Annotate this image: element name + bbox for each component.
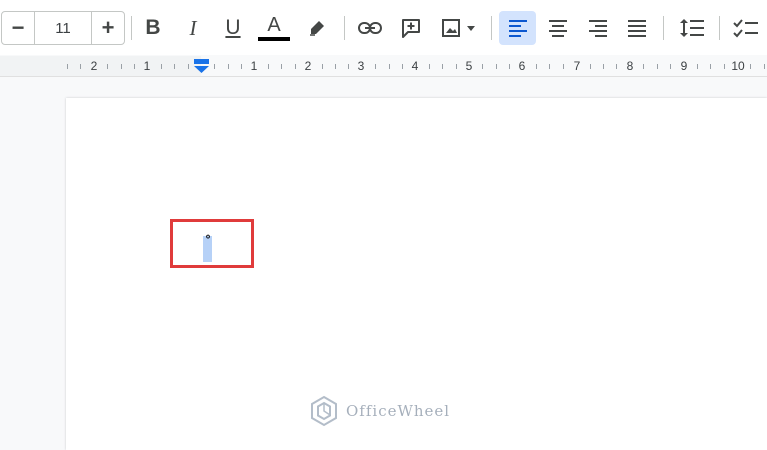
italic-button[interactable]: I [178,11,208,45]
formatting-toolbar: − 11 + B I U A [0,0,767,55]
toolbar-divider [719,16,720,40]
ruler-tick [295,64,296,69]
ruler-tick [241,64,242,69]
ruler-tick [603,64,604,69]
ruler-tick [121,64,122,69]
line-spacing-button[interactable] [676,11,708,45]
bold-button[interactable]: B [138,11,168,45]
ruler-scale: 2 1 1 2 3 4 5 6 7 8 9 10 [0,56,767,76]
ruler-label: 5 [465,59,473,73]
ruler-tick [161,64,162,69]
align-center-icon [549,20,567,37]
ruler-label: 4 [411,59,419,73]
checklist-icon [733,19,758,38]
ruler-tick [348,64,349,69]
ruler-tick [710,64,711,69]
ruler-tick [657,64,658,69]
ruler-label: 6 [518,59,526,73]
ruler-tick [590,64,591,69]
toolbar-divider [344,16,345,40]
ruler-tick [442,64,443,69]
toolbar-divider [663,16,664,40]
ruler-tick [643,64,644,69]
align-left-icon [508,20,527,37]
ruler-tick [496,64,497,69]
text-color-swatch [258,37,290,41]
insert-image-button[interactable] [436,11,482,45]
ruler-label: 2 [304,59,312,73]
toolbar-divider [491,16,492,40]
ruler-tick [563,64,564,69]
officewheel-logo-icon [311,395,337,427]
ruler-tick [107,64,108,69]
watermark-text: OfficeWheel [346,402,451,420]
add-comment-icon [402,19,420,38]
ruler-tick [335,64,336,69]
decrease-font-size-button[interactable]: − [2,12,34,44]
ruler-tick [402,64,403,69]
ruler-tick [509,64,510,69]
ruler-tick [764,64,765,69]
ruler-tick [268,64,269,69]
chevron-down-icon [467,26,475,31]
ruler-tick [456,64,457,69]
ruler-tick [188,64,189,69]
ruler-label: 1 [250,59,258,73]
indent-marker-icon[interactable] [193,59,210,74]
ruler-label: 7 [573,59,581,73]
align-center-button[interactable] [542,11,574,45]
ruler-label: 10 [731,59,745,73]
ruler-tick [174,64,175,69]
ruler-tick [389,64,390,69]
ruler-tick [281,64,282,69]
insert-link-button[interactable] [354,11,386,45]
highlight-color-button[interactable] [302,11,332,45]
ruler-tick [536,64,537,69]
ruler-tick [670,64,671,69]
line-spacing-icon [680,19,704,37]
add-comment-button[interactable] [396,11,426,45]
ruler-tick [697,64,698,69]
font-size-input[interactable]: 11 [34,12,92,44]
ruler-tick [616,64,617,69]
ruler-tick [67,64,68,69]
ruler-label: 3 [357,59,365,73]
align-justify-icon [628,20,646,37]
ruler-tick [228,64,229,69]
highlighter-icon [310,21,324,36]
font-size-control: − 11 + [1,11,125,45]
image-icon [442,19,460,37]
ruler-tick [322,64,323,69]
justify-button[interactable] [621,11,653,45]
underline-button[interactable]: U [218,11,248,45]
ruler-tick [429,64,430,69]
increase-font-size-button[interactable]: + [92,12,124,44]
ruler-label: 1 [143,59,151,73]
ruler-tick [134,64,135,69]
ruler-label: 8 [626,59,634,73]
annotation-highlight-box [170,219,254,268]
horizontal-ruler[interactable]: 2 1 1 2 3 4 5 6 7 8 9 10 [0,56,767,77]
watermark-logo: OfficeWheel [308,394,450,428]
ruler-tick [214,64,215,69]
checklist-button[interactable] [730,11,762,45]
align-right-icon [589,20,607,37]
ruler-tick [375,64,376,69]
ruler-label: 9 [680,59,688,73]
ruler-tick [482,64,483,69]
text-color-button[interactable]: A [256,11,292,45]
toolbar-divider [131,16,132,40]
align-left-button[interactable] [499,11,536,45]
link-icon [358,22,382,34]
ruler-tick [80,64,81,69]
ruler-tick [549,64,550,69]
text-color-icon: A [267,14,281,36]
ruler-label: 2 [90,59,98,73]
align-right-button[interactable] [582,11,614,45]
ruler-tick [724,64,725,69]
ruler-tick [750,64,751,69]
